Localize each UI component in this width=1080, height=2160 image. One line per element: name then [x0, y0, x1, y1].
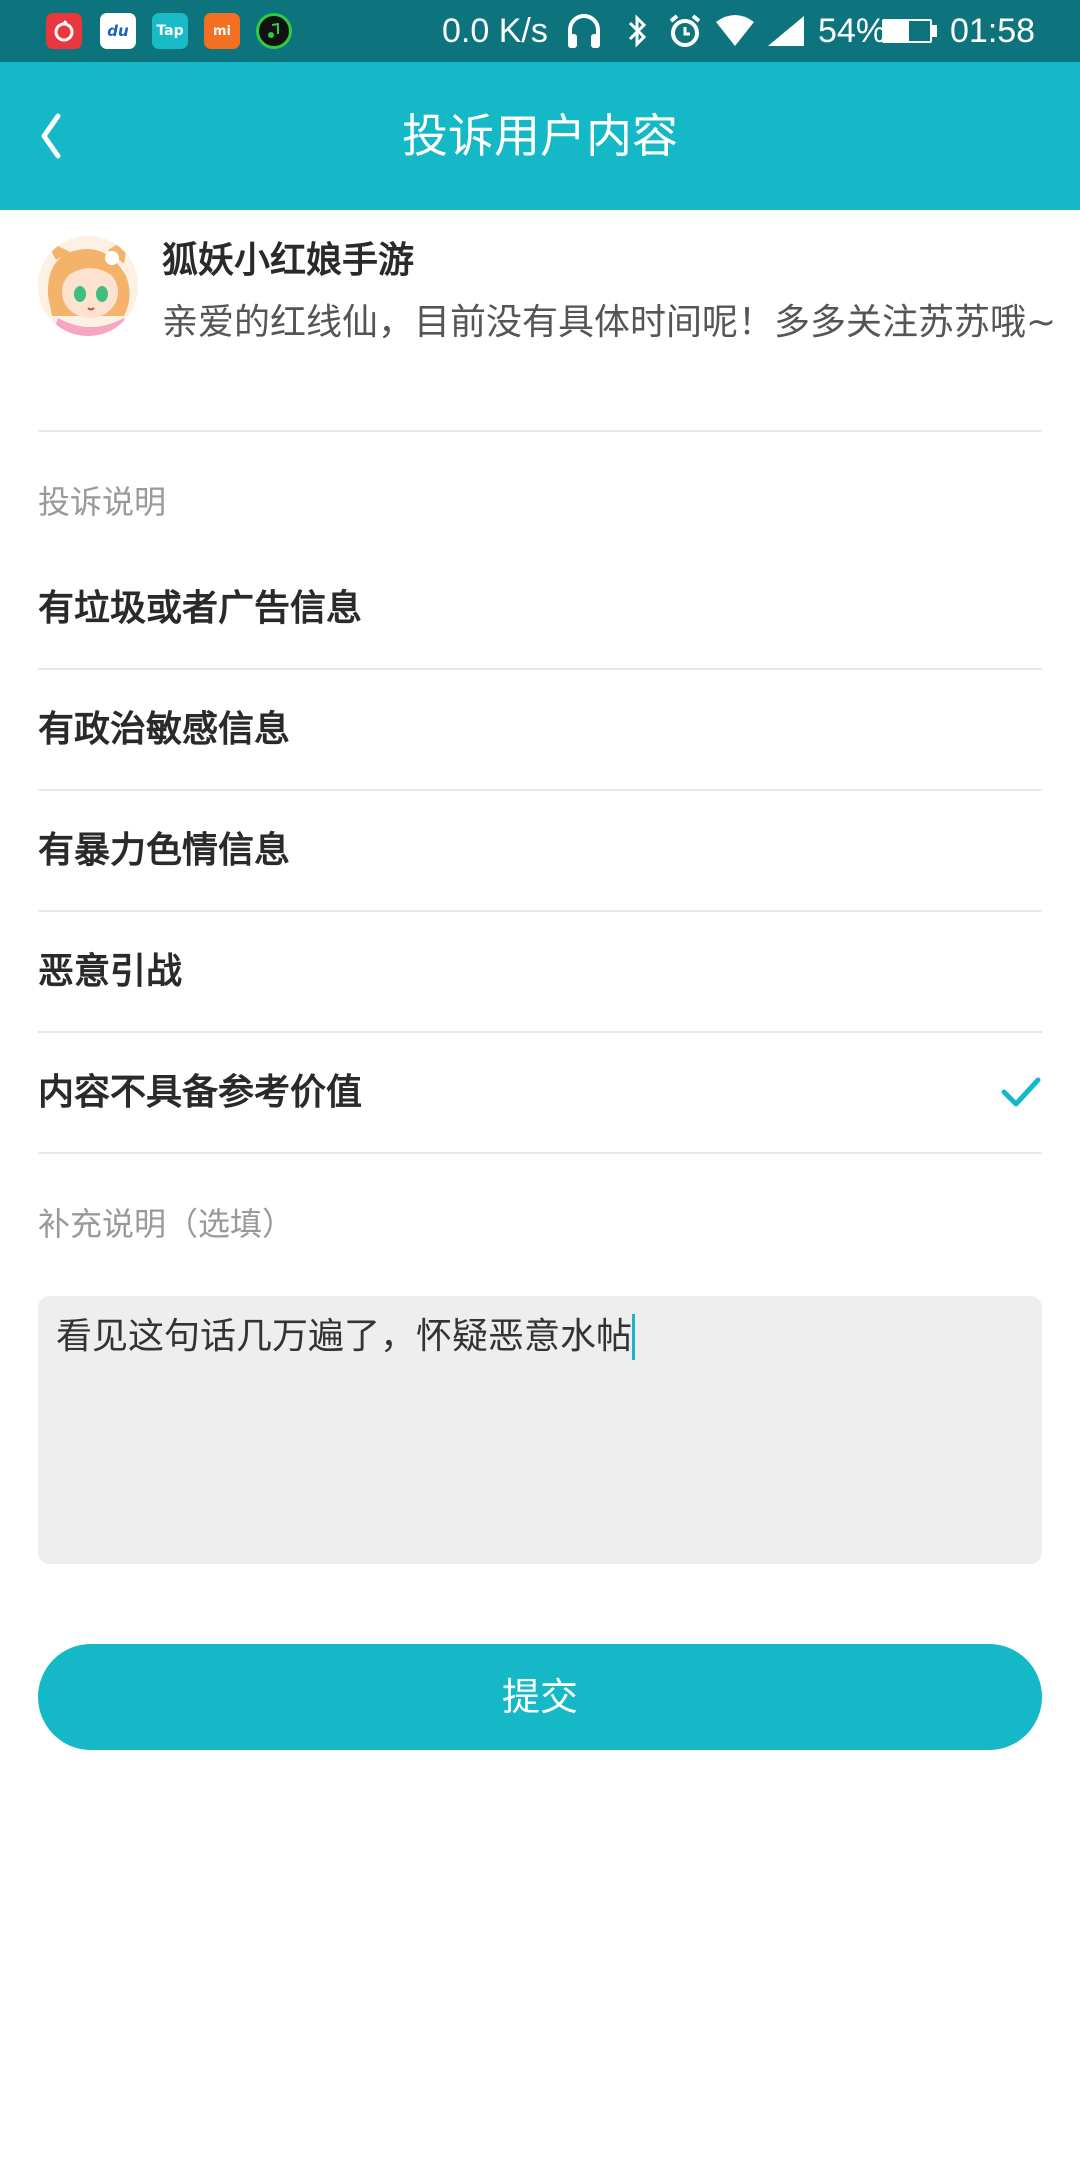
checkmark-icon — [1001, 1077, 1041, 1107]
headphones-icon — [564, 10, 604, 62]
net-speed: 0.0 K/s — [442, 12, 548, 50]
mi-store-icon: mi — [204, 13, 240, 49]
bluetooth-icon — [626, 10, 650, 62]
wifi-icon — [714, 10, 756, 62]
cell-signal-icon — [764, 10, 808, 62]
divider — [38, 1152, 1042, 1154]
complaint-option-violence[interactable]: 有暴力色情信息 — [38, 792, 1042, 912]
supplement-text: 看见这句话几万遍了，怀疑恶意水帖 — [56, 1316, 633, 1357]
status-bar: du Tap mi 0.0 K/s 54% 01:58 — [0, 0, 1080, 62]
option-label: 有政治敏感信息 — [38, 709, 291, 750]
complaint-section-label: 投诉说明 — [38, 483, 167, 521]
divider — [38, 1031, 1042, 1033]
reported-content: 狐妖小红娘手游 亲爱的红线仙，目前没有具体时间呢！多多关注苏苏哦~ — [38, 232, 1056, 432]
avatar — [38, 236, 138, 336]
divider — [38, 910, 1042, 912]
alarm-icon — [666, 10, 704, 62]
complaint-option-spam[interactable]: 有垃圾或者广告信息 — [38, 550, 1042, 670]
supplement-textarea[interactable]: 看见这句话几万遍了，怀疑恶意水帖 — [38, 1296, 1042, 1564]
taptap-icon: Tap — [152, 13, 188, 49]
divider — [38, 789, 1042, 791]
option-label: 恶意引战 — [38, 951, 183, 992]
battery-fill — [884, 21, 909, 41]
netease-cloud-music-icon — [46, 13, 82, 49]
du-app-icon: du — [100, 13, 136, 49]
battery-percent: 54% — [818, 12, 887, 50]
music-player-icon — [256, 13, 292, 49]
option-label: 有垃圾或者广告信息 — [38, 588, 363, 629]
battery-icon — [882, 19, 932, 43]
complaint-option-flame[interactable]: 恶意引战 — [38, 913, 1042, 1033]
clock: 01:58 — [950, 12, 1036, 50]
page-title: 投诉用户内容 — [402, 109, 678, 163]
reported-user-name: 狐妖小红娘手游 — [162, 240, 415, 281]
text-cursor — [632, 1314, 636, 1360]
complaint-option-no-value[interactable]: 内容不具备参考价值 — [38, 1034, 1042, 1154]
app-header: 投诉用户内容 — [0, 62, 1080, 210]
divider — [38, 668, 1042, 670]
reported-message: 亲爱的红线仙，目前没有具体时间呢！多多关注苏苏哦~ — [162, 302, 1057, 343]
complaint-option-political[interactable]: 有政治敏感信息 — [38, 671, 1042, 791]
divider — [38, 430, 1042, 432]
battery-tip — [932, 25, 937, 37]
supplement-section-label: 补充说明（选填） — [38, 1205, 295, 1243]
option-label: 内容不具备参考价值 — [38, 1072, 363, 1113]
option-label: 有暴力色情信息 — [38, 830, 291, 871]
submit-button[interactable]: 提交 — [38, 1644, 1042, 1750]
